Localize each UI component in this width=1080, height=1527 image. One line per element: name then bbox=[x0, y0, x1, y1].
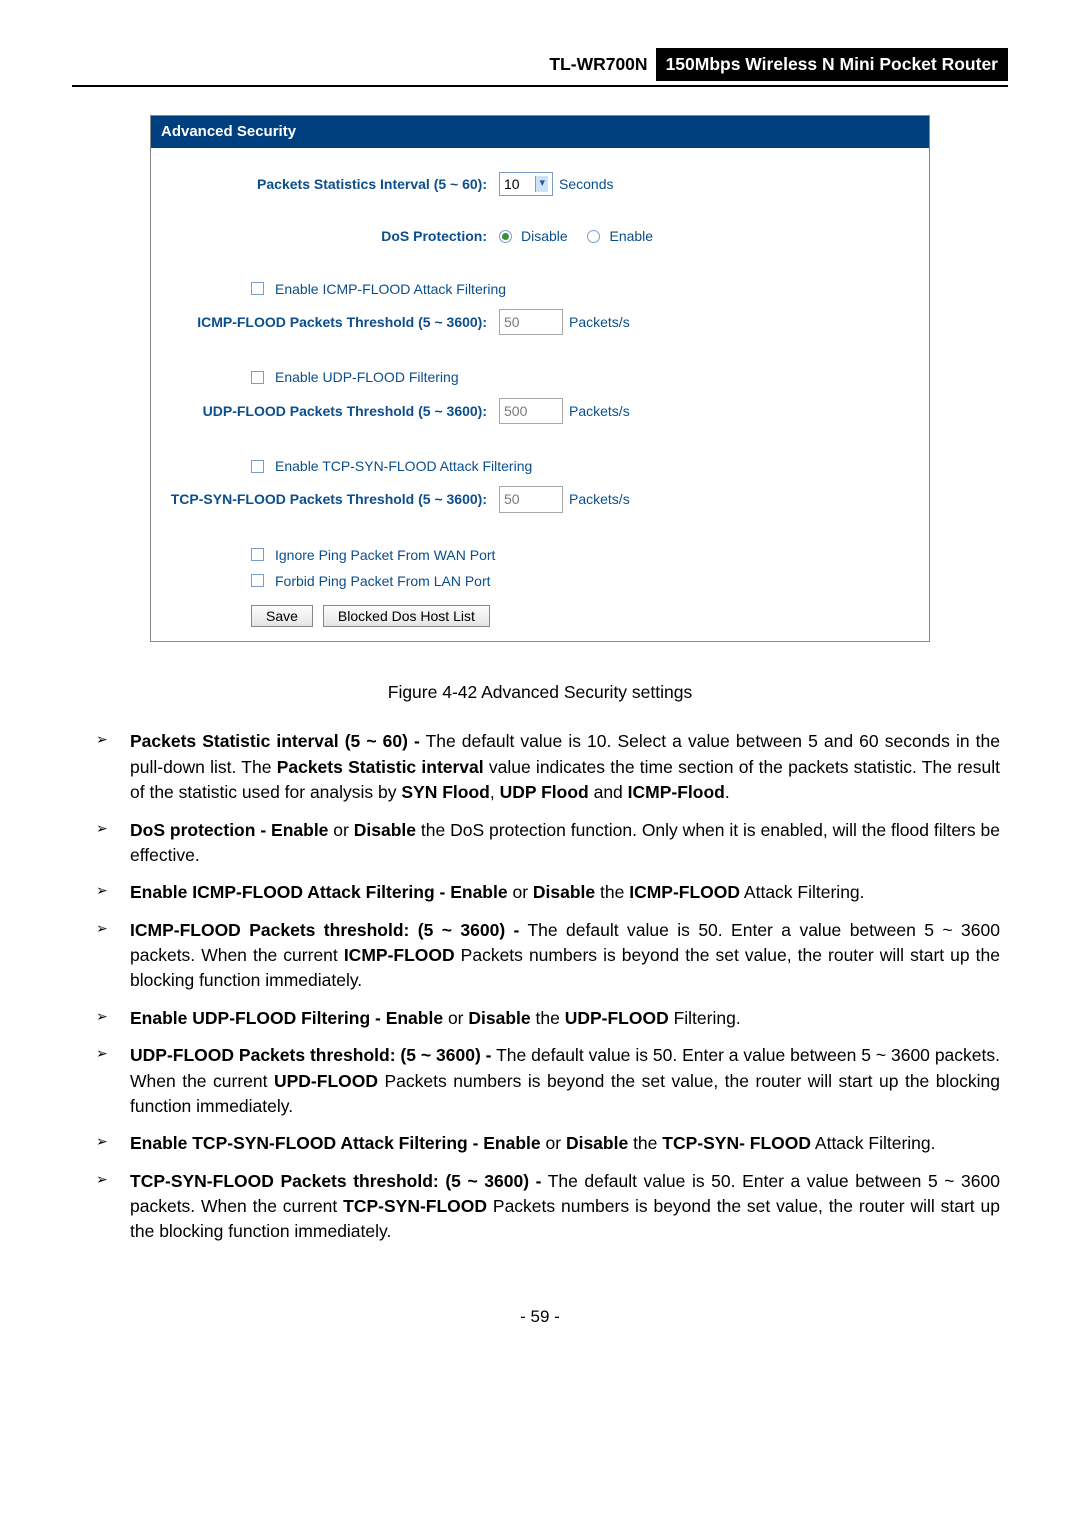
body-text: , bbox=[490, 782, 500, 802]
bold-text: ICMP-Flood bbox=[628, 782, 725, 802]
header-product: 150Mbps Wireless N Mini Pocket Router bbox=[656, 48, 1008, 81]
bold-text: Packets Statistic interval bbox=[277, 757, 484, 777]
page-number: - 59 - bbox=[72, 1305, 1008, 1330]
udp-unit: Packets/s bbox=[569, 401, 630, 421]
bold-text: SYN Flood bbox=[401, 782, 489, 802]
list-item: ICMP-FLOOD Packets threshold: (5 ~ 3600)… bbox=[96, 918, 1000, 994]
list-item: Enable UDP-FLOOD Filtering - Enable or D… bbox=[96, 1006, 1000, 1031]
bold-text: ICMP-FLOOD Packets threshold: (5 ~ 3600)… bbox=[130, 920, 519, 940]
tcp-syn-flood-chk-label: Enable TCP-SYN-FLOOD Attack Filtering bbox=[275, 456, 532, 476]
dos-disable-text: Disable bbox=[521, 226, 568, 246]
blocked-dos-host-list-button[interactable]: Blocked Dos Host List bbox=[323, 605, 490, 627]
icmp-unit: Packets/s bbox=[569, 312, 630, 332]
tcp-thresh-label: TCP-SYN-FLOOD Packets Threshold (5 ~ 360… bbox=[169, 489, 499, 509]
udp-flood-chk-label: Enable UDP-FLOOD Filtering bbox=[275, 367, 459, 387]
tcp-thresh-input[interactable]: 50 bbox=[499, 486, 563, 512]
dos-disable-radio[interactable] bbox=[499, 230, 512, 243]
interval-unit: Seconds bbox=[559, 174, 613, 194]
body-text: and bbox=[589, 782, 628, 802]
forbid-lan-ping-checkbox[interactable] bbox=[251, 574, 264, 587]
icmp-flood-checkbox[interactable] bbox=[251, 282, 264, 295]
body-text: Attack Filtering. bbox=[811, 1133, 936, 1153]
bold-text: Disable bbox=[468, 1008, 530, 1028]
bold-text: ICMP-FLOOD bbox=[344, 945, 455, 965]
body-text: Attack Filtering. bbox=[740, 882, 865, 902]
icmp-flood-chk-label: Enable ICMP-FLOOD Attack Filtering bbox=[275, 279, 506, 299]
save-button[interactable]: Save bbox=[251, 605, 313, 627]
body-text: . bbox=[725, 782, 730, 802]
advanced-security-panel: Advanced Security Packets Statistics Int… bbox=[150, 115, 930, 642]
body-text: the bbox=[531, 1008, 565, 1028]
bold-text: UPD-FLOOD bbox=[274, 1071, 378, 1091]
udp-flood-checkbox[interactable] bbox=[251, 371, 264, 384]
list-item: Packets Statistic interval (5 ~ 60) - Th… bbox=[96, 729, 1000, 805]
forbid-lan-ping-label: Forbid Ping Packet From LAN Port bbox=[275, 571, 491, 591]
interval-value: 10 bbox=[504, 174, 520, 194]
tcp-syn-flood-checkbox[interactable] bbox=[251, 460, 264, 473]
body-text: or bbox=[328, 820, 353, 840]
bold-text: Disable bbox=[354, 820, 416, 840]
header-divider bbox=[72, 85, 1008, 87]
bold-text: ICMP-FLOOD bbox=[629, 882, 740, 902]
interval-select[interactable]: 10 ▾ bbox=[499, 172, 553, 196]
header-model: TL-WR700N bbox=[72, 48, 656, 81]
bold-text: Disable bbox=[533, 882, 595, 902]
ignore-wan-ping-label: Ignore Ping Packet From WAN Port bbox=[275, 545, 495, 565]
bold-text: UDP-FLOOD Packets threshold: (5 ~ 3600) … bbox=[130, 1045, 492, 1065]
body-text: the bbox=[595, 882, 629, 902]
icmp-thresh-label: ICMP-FLOOD Packets Threshold (5 ~ 3600): bbox=[169, 312, 499, 332]
body-text: or bbox=[443, 1008, 468, 1028]
body-text: or bbox=[508, 882, 533, 902]
body-text: or bbox=[541, 1133, 566, 1153]
bold-text: Enable UDP-FLOOD Filtering - Enable bbox=[130, 1008, 443, 1028]
bold-text: TCP-SYN-FLOOD Packets threshold: (5 ~ 36… bbox=[130, 1171, 541, 1191]
chevron-down-icon: ▾ bbox=[535, 176, 548, 192]
description-list: Packets Statistic interval (5 ~ 60) - Th… bbox=[72, 729, 1008, 1244]
list-item: TCP-SYN-FLOOD Packets threshold: (5 ~ 36… bbox=[96, 1169, 1000, 1245]
dos-label: DoS Protection: bbox=[169, 226, 499, 246]
tcp-unit: Packets/s bbox=[569, 489, 630, 509]
body-text: Filtering. bbox=[669, 1008, 741, 1028]
udp-thresh-input[interactable]: 500 bbox=[499, 398, 563, 424]
udp-thresh-label: UDP-FLOOD Packets Threshold (5 ~ 3600): bbox=[169, 401, 499, 421]
bold-text: TCP-SYN-FLOOD bbox=[343, 1196, 487, 1216]
bold-text: Packets Statistic interval (5 ~ 60) - bbox=[130, 731, 420, 751]
panel-title: Advanced Security bbox=[151, 116, 929, 148]
ignore-wan-ping-checkbox[interactable] bbox=[251, 548, 264, 561]
dos-enable-radio[interactable] bbox=[587, 230, 600, 243]
list-item: DoS protection - Enable or Disable the D… bbox=[96, 818, 1000, 869]
interval-label: Packets Statistics Interval (5 ~ 60): bbox=[169, 174, 499, 194]
bold-text: TCP-SYN- FLOOD bbox=[662, 1133, 811, 1153]
icmp-thresh-input[interactable]: 50 bbox=[499, 309, 563, 335]
list-item: Enable TCP-SYN-FLOOD Attack Filtering - … bbox=[96, 1131, 1000, 1156]
page-header: TL-WR700N 150Mbps Wireless N Mini Pocket… bbox=[72, 48, 1008, 81]
list-item: Enable ICMP-FLOOD Attack Filtering - Ena… bbox=[96, 880, 1000, 905]
bold-text: UDP Flood bbox=[500, 782, 589, 802]
list-item: UDP-FLOOD Packets threshold: (5 ~ 3600) … bbox=[96, 1043, 1000, 1119]
bold-text: Disable bbox=[566, 1133, 628, 1153]
body-text: the bbox=[628, 1133, 662, 1153]
bold-text: Enable ICMP-FLOOD Attack Filtering - Ena… bbox=[130, 882, 508, 902]
bold-text: DoS protection - Enable bbox=[130, 820, 328, 840]
bold-text: UDP-FLOOD bbox=[565, 1008, 669, 1028]
figure-caption: Figure 4-42 Advanced Security settings bbox=[72, 680, 1008, 705]
bold-text: Enable TCP-SYN-FLOOD Attack Filtering - … bbox=[130, 1133, 541, 1153]
dos-enable-text: Enable bbox=[609, 226, 653, 246]
